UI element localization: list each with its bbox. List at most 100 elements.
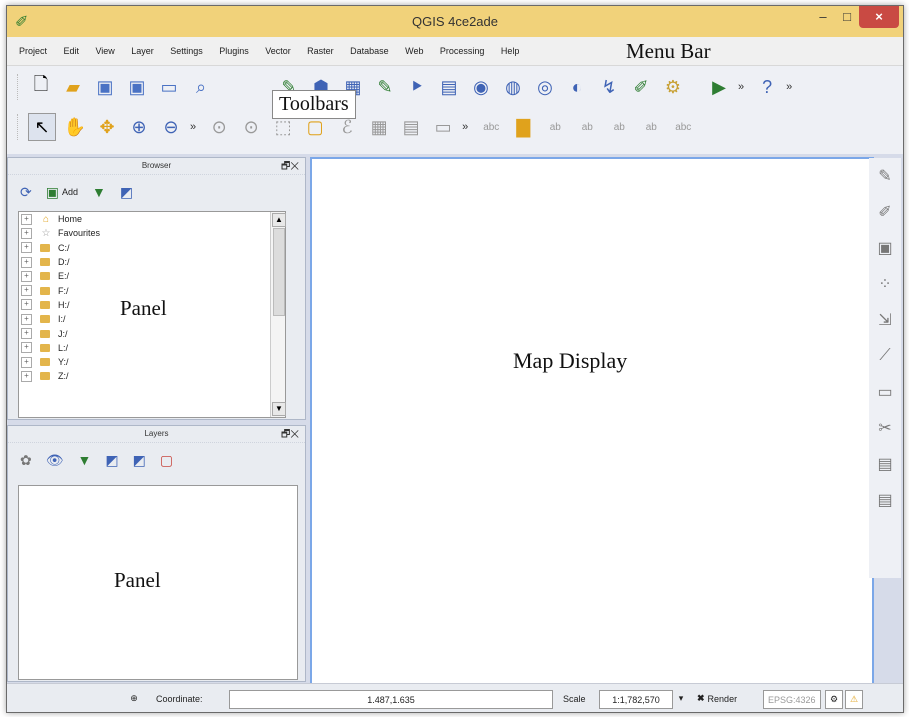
- crs-settings-icon[interactable]: ⚙: [825, 690, 843, 709]
- tree-item-drive[interactable]: + D:/: [19, 255, 285, 269]
- toggle-editing-icon[interactable]: ✐: [869, 194, 901, 230]
- toolbar-overflow-icon[interactable]: »: [190, 121, 196, 133]
- scale-dropdown-icon[interactable]: ▾: [675, 690, 687, 707]
- add-wfs-icon[interactable]: ◎: [532, 74, 558, 100]
- close-button[interactable]: ×: [859, 6, 899, 28]
- expand-icon[interactable]: +: [21, 227, 32, 239]
- toolbar-overflow-icon[interactable]: »: [738, 81, 744, 93]
- menu-help[interactable]: Help: [501, 46, 520, 56]
- add-delimited-text-icon[interactable]: ◐: [564, 74, 590, 100]
- toolbar-overflow-icon[interactable]: »: [786, 81, 792, 93]
- visibility-icon[interactable]: 👁: [46, 452, 64, 469]
- panel-float-close-icon[interactable]: 🗗✕: [281, 427, 299, 443]
- rotate-label-icon[interactable]: ab: [638, 114, 664, 140]
- scroll-up-icon[interactable]: ▲: [272, 213, 286, 227]
- help-icon[interactable]: ?: [754, 74, 780, 100]
- edit-pencil-icon[interactable]: ✎: [869, 158, 901, 194]
- print-composer-icon[interactable]: ▭: [156, 74, 182, 100]
- save-as-icon[interactable]: ▣: [124, 74, 150, 100]
- tree-item-favourites[interactable]: + ☆ Favourites: [19, 226, 285, 240]
- scroll-thumb[interactable]: [273, 228, 285, 316]
- expand-icon[interactable]: +: [21, 313, 32, 325]
- expand-icon[interactable]: +: [21, 256, 32, 268]
- field-calculator-icon[interactable]: ▤: [398, 114, 424, 140]
- tree-item-drive[interactable]: + C:/: [19, 241, 285, 255]
- expand-icon[interactable]: +: [21, 356, 32, 368]
- tree-item-drive[interactable]: + J:/: [19, 326, 285, 340]
- expand-icon[interactable]: +: [21, 270, 32, 282]
- expand-icon[interactable]: +: [21, 342, 32, 354]
- toolbar-overflow-icon[interactable]: »: [462, 121, 468, 133]
- measure-icon[interactable]: ⊙: [238, 114, 264, 140]
- messages-icon[interactable]: ⚠: [845, 690, 863, 709]
- zoom-in-icon[interactable]: ⊕: [126, 114, 152, 140]
- pan-icon[interactable]: ✋: [62, 114, 88, 140]
- label-icon[interactable]: abc: [478, 114, 504, 140]
- new-project-icon[interactable]: 🗋: [28, 74, 54, 100]
- collapse-all-icon[interactable]: ◩: [133, 452, 146, 469]
- filter-icon[interactable]: ▼: [92, 184, 106, 200]
- node-tool-icon[interactable]: ⟋: [869, 338, 901, 374]
- touch-zoom-icon[interactable]: ↖: [28, 113, 56, 141]
- add-mssql-icon[interactable]: ▤: [436, 74, 462, 100]
- save-project-icon[interactable]: ▣: [92, 74, 118, 100]
- minimize-button[interactable]: –: [811, 6, 835, 28]
- copy-features-icon[interactable]: ▤: [869, 446, 901, 482]
- add-feature-icon[interactable]: ⁘: [869, 266, 901, 302]
- menu-layer[interactable]: Layer: [131, 46, 154, 56]
- delete-selected-icon[interactable]: ▭: [869, 374, 901, 410]
- collapse-all-icon[interactable]: ◩: [120, 184, 133, 201]
- expand-icon[interactable]: +: [21, 299, 32, 311]
- coordinate-field[interactable]: 1.487,1.635: [229, 690, 553, 709]
- menu-web[interactable]: Web: [405, 46, 423, 56]
- expand-all-icon[interactable]: ◩: [105, 452, 118, 469]
- open-project-icon[interactable]: ▰: [60, 74, 86, 100]
- green-plugin-icon[interactable]: ▶: [706, 74, 732, 100]
- add-spatialite-icon[interactable]: ⯈: [404, 74, 430, 100]
- tree-item-drive[interactable]: + Y:/: [19, 355, 285, 369]
- crs-button[interactable]: EPSG:4326: [763, 690, 821, 709]
- menu-settings[interactable]: Settings: [170, 46, 203, 56]
- tree-item-drive[interactable]: + L:/: [19, 341, 285, 355]
- expand-icon[interactable]: +: [21, 370, 32, 382]
- save-edits-icon[interactable]: ▣: [869, 230, 901, 266]
- panel-float-close-icon[interactable]: 🗗✕: [281, 159, 299, 175]
- layer-styling-icon[interactable]: ✿: [20, 452, 32, 469]
- move-label-icon[interactable]: ab: [606, 114, 632, 140]
- add-postgis-icon[interactable]: ✎: [372, 74, 398, 100]
- add-button[interactable]: ▣ Add: [46, 184, 78, 201]
- label-highlight-icon[interactable]: ▇: [510, 114, 536, 140]
- expand-icon[interactable]: +: [21, 328, 32, 340]
- add-wcs-icon[interactable]: ◍: [500, 74, 526, 100]
- change-label-icon[interactable]: abc: [670, 114, 696, 140]
- plugin-icon[interactable]: ⚙: [660, 74, 686, 100]
- statistics-icon[interactable]: ▭: [430, 114, 456, 140]
- map-canvas[interactable]: [310, 157, 874, 685]
- expand-icon[interactable]: +: [21, 242, 32, 254]
- menu-view[interactable]: View: [95, 46, 114, 56]
- menu-database[interactable]: Database: [350, 46, 389, 56]
- add-wms-icon[interactable]: ◉: [468, 74, 494, 100]
- new-shapefile-icon[interactable]: ✐: [628, 74, 654, 100]
- menu-vector[interactable]: Vector: [265, 46, 291, 56]
- scroll-down-icon[interactable]: ▼: [272, 402, 286, 416]
- maximize-button[interactable]: □: [835, 6, 859, 28]
- tree-item-drive[interactable]: + E:/: [19, 269, 285, 283]
- show-hide-label-icon[interactable]: ab: [574, 114, 600, 140]
- cut-features-icon[interactable]: ✂: [869, 410, 901, 446]
- tree-item-drive[interactable]: + Z:/: [19, 369, 285, 383]
- render-checkbox[interactable]: ✖ Render: [693, 690, 741, 707]
- attribute-table-icon[interactable]: ▦: [366, 114, 392, 140]
- pan-to-selection-icon[interactable]: ✥: [94, 114, 120, 140]
- paste-features-icon[interactable]: ▤: [869, 482, 901, 518]
- coordinate-toggle-icon[interactable]: ⊕: [125, 690, 143, 707]
- menu-processing[interactable]: Processing: [440, 46, 485, 56]
- filter-legend-icon[interactable]: ▼: [78, 452, 92, 468]
- remove-layer-icon[interactable]: ▢: [160, 452, 173, 469]
- add-csv-icon[interactable]: ↯: [596, 74, 622, 100]
- scale-field[interactable]: 1:1,782,570: [599, 690, 673, 709]
- menu-project[interactable]: Project: [19, 46, 47, 56]
- composer-manager-icon[interactable]: ⌕: [188, 74, 214, 100]
- pin-label-icon[interactable]: ab: [542, 114, 568, 140]
- browser-scrollbar[interactable]: ▲ ▼: [270, 212, 286, 417]
